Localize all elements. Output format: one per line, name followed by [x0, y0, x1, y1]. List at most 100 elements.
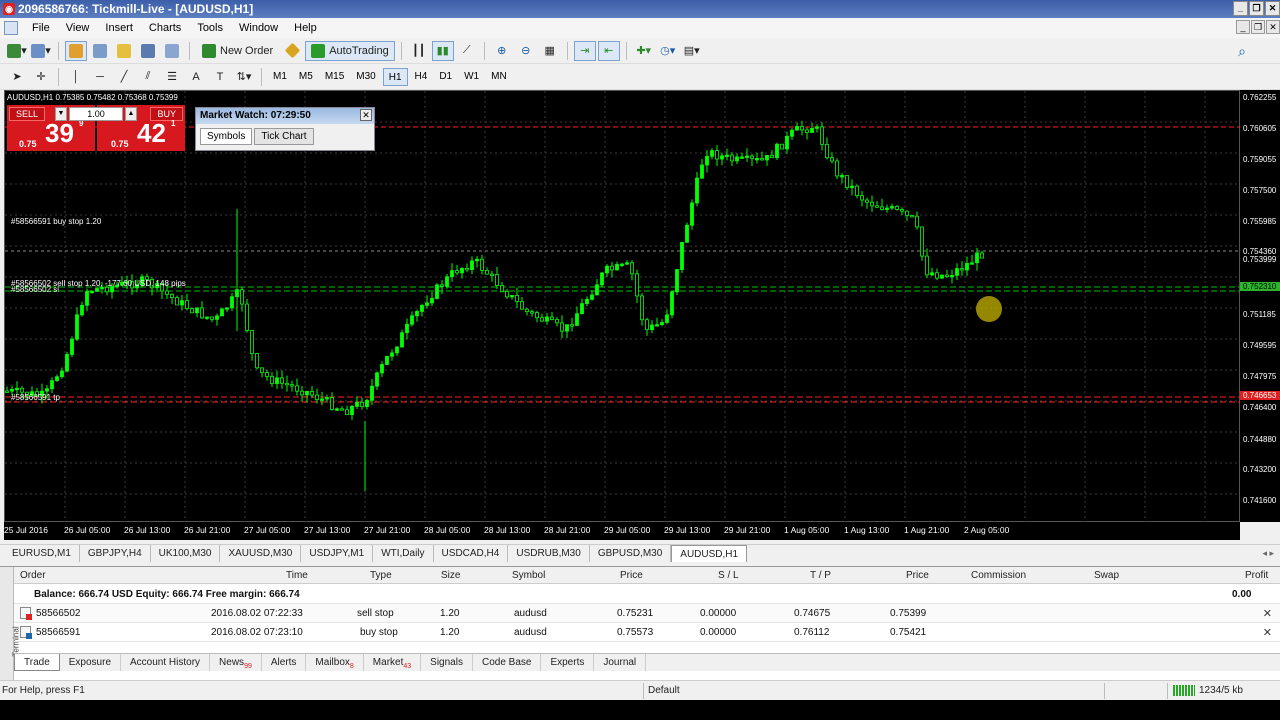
trendline-icon[interactable]: ╱ [113, 67, 135, 87]
line-chart-icon[interactable]: ⟋ [456, 41, 478, 61]
status-profile[interactable]: Default [648, 685, 680, 696]
price-chart[interactable] [5, 91, 1241, 523]
balance-row[interactable]: Balance: 666.74 USD Equity: 666.74 Free … [14, 585, 1280, 604]
tile-windows-icon[interactable]: ▦ [539, 41, 561, 61]
timeframe-w1[interactable]: W1 [459, 68, 484, 86]
time-axis[interactable]: 25 Jul 2016 26 Jul 05:00 26 Jul 13:00 26 Ju… [4, 522, 1240, 540]
new-chart-icon[interactable]: ▾ [6, 41, 28, 61]
menu-file[interactable]: File [24, 22, 58, 34]
volume-down-icon[interactable]: ▼ [55, 107, 67, 121]
chart-window[interactable]: AUDUSD,H1 0.75385 0.75482 0.75368 0.7539… [4, 90, 1241, 523]
search-icon[interactable]: ⌕ [1238, 43, 1246, 60]
timeframe-m5[interactable]: M5 [294, 68, 318, 86]
text-label-icon[interactable]: T [209, 67, 231, 87]
market-watch-title[interactable]: Market Watch: 07:29:50 [196, 108, 374, 124]
close-icon[interactable]: ✕ [360, 109, 372, 121]
terminal-tab[interactable]: Code Base [473, 654, 542, 671]
menu-tools[interactable]: Tools [189, 22, 231, 34]
strategy-tester-icon[interactable] [161, 41, 183, 61]
terminal-tab[interactable]: News99 [210, 654, 262, 671]
terminal-tab[interactable]: Signals [421, 654, 473, 671]
zoom-in-icon[interactable]: ⊕ [491, 41, 513, 61]
menu-insert[interactable]: Insert [97, 22, 141, 34]
col-order[interactable]: Order [20, 570, 46, 581]
col-tp[interactable]: T / P [810, 570, 831, 581]
volume-up-icon[interactable]: ▲ [125, 107, 137, 121]
col-price[interactable]: Price [620, 570, 643, 581]
timeframe-mn[interactable]: MN [486, 68, 512, 86]
chart-tab[interactable]: UK100,M30 [151, 545, 221, 562]
menu-view[interactable]: View [58, 22, 98, 34]
col-profit[interactable]: Profit [1245, 570, 1268, 581]
restore-button[interactable]: ❐ [1249, 1, 1264, 16]
volume-input[interactable]: 1.00 [69, 107, 123, 121]
terminal-icon[interactable] [137, 41, 159, 61]
auto-scroll-icon[interactable]: ⇥ [573, 40, 596, 61]
chart-tab[interactable]: EURUSD,M1 [4, 545, 80, 562]
fibonacci-icon[interactable]: ☰ [161, 67, 183, 87]
tab-scroll-arrows-icon[interactable]: ◂ ▸ [1262, 548, 1274, 559]
price-axis[interactable]: 0.762255 0.760605 0.759055 0.757500 0.755985… [1240, 90, 1280, 522]
child-restore-button[interactable]: ❐ [1251, 20, 1265, 34]
terminal-side-label[interactable]: Terminal [0, 567, 21, 681]
metaeditor-icon[interactable] [281, 41, 303, 61]
timeframe-m30[interactable]: M30 [351, 68, 380, 86]
document-icon[interactable] [4, 21, 18, 35]
bar-chart-icon[interactable]: ┃┃ [408, 41, 430, 61]
col-swap[interactable]: Swap [1094, 570, 1119, 581]
col-commission[interactable]: Commission [971, 570, 1026, 581]
col-type[interactable]: Type [370, 570, 392, 581]
terminal-tab[interactable]: Account History [121, 654, 211, 671]
col-time[interactable]: Time [286, 570, 308, 581]
cursor-icon[interactable]: ➤ [6, 67, 28, 87]
col-current-price[interactable]: Price [906, 570, 929, 581]
terminal-tab[interactable]: Experts [541, 654, 595, 671]
navigator-icon[interactable] [113, 41, 135, 61]
close-order-icon[interactable]: ✕ [1263, 607, 1272, 620]
periods-icon[interactable]: ◷▾ [657, 41, 679, 61]
horizontal-line-icon[interactable]: ─ [89, 67, 111, 87]
tab-tick-chart[interactable]: Tick Chart [254, 128, 314, 145]
close-order-icon[interactable]: ✕ [1263, 626, 1272, 639]
child-minimize-button[interactable]: _ [1236, 20, 1250, 34]
terminal-tab[interactable]: Market43 [364, 654, 422, 671]
market-watch-icon[interactable] [65, 40, 87, 61]
vertical-line-icon[interactable]: │ [65, 67, 87, 87]
terminal-tab[interactable]: Alerts [262, 654, 307, 671]
new-order-button[interactable]: New Order [196, 41, 279, 61]
col-size[interactable]: Size [441, 570, 460, 581]
minimize-button[interactable]: _ [1233, 1, 1248, 16]
text-icon[interactable]: A [185, 67, 207, 87]
chart-shift-icon[interactable]: ⇤ [597, 40, 620, 61]
col-symbol[interactable]: Symbol [512, 570, 545, 581]
templates-icon[interactable]: ▤▾ [681, 41, 703, 61]
chart-tab[interactable]: USDRUB,M30 [508, 545, 590, 562]
terminal-tab[interactable]: Journal [594, 654, 647, 671]
arrows-icon[interactable]: ⇅▾ [233, 67, 255, 87]
terminal-tab[interactable]: Mailbox8 [306, 654, 364, 671]
chart-tab[interactable]: XAUUSD,M30 [220, 545, 302, 562]
chart-tab[interactable]: GBPJPY,H4 [80, 545, 151, 562]
chart-tab[interactable]: AUDUSD,H1 [671, 545, 748, 562]
timeframe-m1[interactable]: M1 [268, 68, 292, 86]
timeframe-h4[interactable]: H4 [410, 68, 433, 86]
timeframe-m15[interactable]: M15 [320, 68, 349, 86]
table-row[interactable]: 58566591 2016.08.02 07:23:10 buy stop 1.… [14, 623, 1280, 642]
tab-symbols[interactable]: Symbols [200, 128, 253, 145]
timeframe-h1[interactable]: H1 [382, 67, 408, 86]
terminal-tab[interactable]: Trade [14, 654, 60, 671]
profiles-icon[interactable]: ▾ [30, 41, 52, 61]
candlestick-chart-icon[interactable]: ▮▮ [431, 40, 454, 61]
timeframe-d1[interactable]: D1 [434, 68, 457, 86]
zoom-out-icon[interactable]: ⊖ [515, 41, 537, 61]
menu-window[interactable]: Window [231, 22, 286, 34]
menu-help[interactable]: Help [286, 22, 325, 34]
terminal-tab[interactable]: Exposure [60, 654, 122, 671]
table-row[interactable]: 58566502 2016.08.02 07:22:33 sell stop 1… [14, 604, 1280, 623]
data-window-icon[interactable] [89, 41, 111, 61]
chart-tab[interactable]: GBPUSD,M30 [590, 545, 672, 562]
chart-tab[interactable]: WTI,Daily [373, 545, 434, 562]
autotrading-button[interactable]: AutoTrading [305, 40, 395, 61]
menu-charts[interactable]: Charts [141, 22, 189, 34]
indicators-icon[interactable]: ✚▾ [633, 41, 655, 61]
